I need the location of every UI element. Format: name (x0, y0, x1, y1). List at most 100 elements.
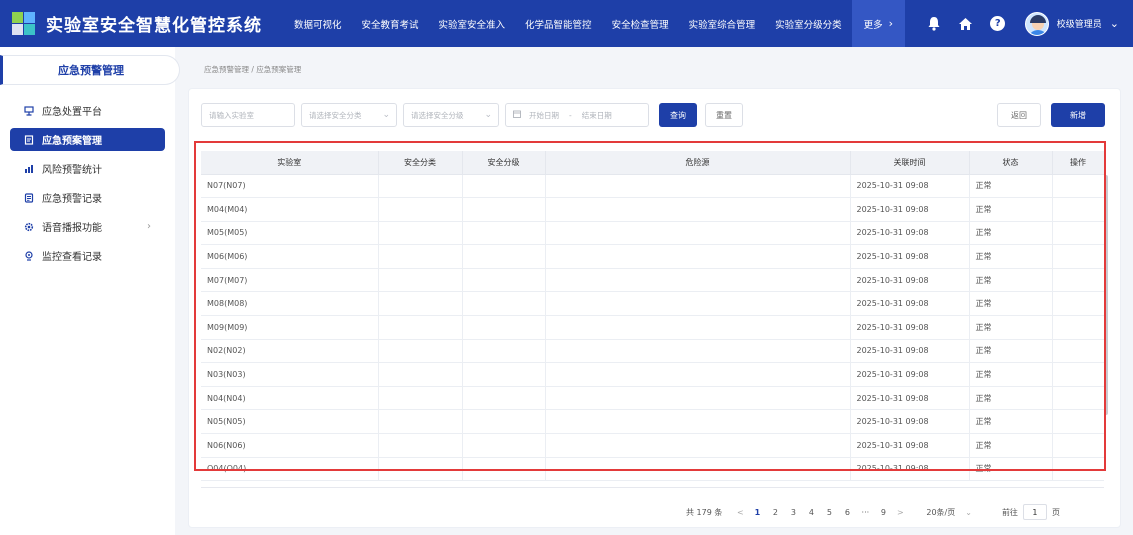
table-cell (1052, 174, 1104, 199)
add-button[interactable]: 新增 (1051, 103, 1105, 127)
app-title: 实验室安全智慧化管控系统 (46, 16, 262, 36)
help-icon[interactable]: ? (989, 15, 1007, 33)
table-row[interactable]: N03(N03) 2025-10-31 09:08 正常 (201, 362, 1104, 387)
column-header: 状态 (969, 151, 1053, 175)
table-cell (545, 244, 851, 269)
table-cell: 2025-10-31 09:08 (850, 268, 970, 293)
table-row[interactable]: M05(M05) 2025-10-31 09:08 正常 (201, 221, 1104, 246)
table-cell (1052, 197, 1104, 222)
breadcrumb: 应急预警管理 / 应急预案管理 (204, 65, 302, 74)
goto-page-input[interactable] (1022, 504, 1047, 520)
table-row[interactable]: N04(N04) 2025-10-31 09:08 正常 (201, 386, 1104, 411)
table-cell (462, 339, 546, 364)
column-header: 安全分级 (462, 151, 546, 175)
table-scrollbar[interactable] (1104, 175, 1108, 415)
page-button[interactable]: 2 (766, 508, 784, 517)
sidebar-item-emergency-platform[interactable]: 应急处置平台 (10, 99, 165, 122)
user-name[interactable]: 校级管理员 (1057, 17, 1102, 30)
sidebar-item-voice-broadcast[interactable]: 语音播报功能 › (10, 215, 165, 238)
table-cell (1052, 409, 1104, 435)
nav-item-chemical-control[interactable]: 化学品智能管控 (515, 0, 602, 47)
nav-item-lab-access[interactable]: 实验室安全准入 (429, 0, 516, 47)
table-cell: N02(N02) (201, 339, 379, 364)
table-cell (545, 221, 851, 246)
table-row[interactable]: N05(N05) 2025-10-31 09:08 正常 (201, 409, 1104, 435)
query-button[interactable]: 查询 (659, 103, 697, 127)
sidebar-item-label: 应急预案管理 (42, 136, 102, 147)
table-cell (1052, 339, 1104, 364)
next-page-button[interactable]: > (892, 508, 908, 517)
table-row[interactable]: N06(N06) 2025-10-31 09:08 正常 (201, 433, 1104, 458)
chevron-down-icon[interactable]: ⌄ (1110, 17, 1119, 30)
table-cell (462, 268, 546, 293)
table-row[interactable]: N02(N02) 2025-10-31 09:08 正常 (201, 339, 1104, 364)
table-cell: 2025-10-31 09:08 (850, 244, 970, 269)
nav-item-lab-classification[interactable]: 实验室分级分类 (765, 0, 852, 47)
app-logo (12, 11, 36, 36)
nav-more-button[interactable]: 更多 › (851, 0, 906, 47)
sidebar-item-risk-statistics[interactable]: 风险预警统计 (10, 157, 165, 180)
table-row[interactable]: O04(O04) 2025-10-31 09:08 正常 (201, 457, 1104, 482)
table-row[interactable]: M09(M09) 2025-10-31 09:08 正常 (201, 315, 1104, 340)
goto-label: 前往 (1001, 507, 1018, 517)
table-cell (462, 386, 546, 411)
table-cell (545, 386, 851, 411)
table-row[interactable]: M08(M08) 2025-10-31 09:08 正常 (201, 291, 1104, 317)
home-icon[interactable] (957, 15, 975, 33)
table-cell: 正常 (969, 197, 1053, 222)
table-cell (1052, 244, 1104, 269)
prev-page-button[interactable]: < (732, 508, 748, 517)
record-icon (24, 192, 34, 203)
page-ellipsis[interactable]: ··· (856, 508, 874, 517)
table-cell: M04(M04) (201, 197, 379, 222)
page-button[interactable]: 6 (838, 508, 856, 517)
chevron-right-icon: › (888, 17, 894, 30)
nav-item-lab-management[interactable]: 实验室综合管理 (679, 0, 766, 47)
page-button[interactable]: 9 (874, 508, 892, 517)
nav-item-safety-education[interactable]: 安全教育考试 (352, 0, 429, 47)
table-row[interactable]: M07(M07) 2025-10-31 09:08 正常 (201, 268, 1104, 293)
table-cell: N07(N07) (201, 174, 379, 199)
return-button[interactable]: 返回 (997, 103, 1041, 127)
sidebar-item-alert-records[interactable]: 应急预警记录 (10, 186, 165, 209)
table-cell: N03(N03) (201, 362, 379, 387)
page-button[interactable]: 5 (820, 508, 838, 517)
lab-search-input[interactable]: 请输入实验室 (201, 103, 295, 127)
table-cell: 2025-10-31 09:08 (850, 291, 970, 317)
table-row[interactable]: M04(M04) 2025-10-31 09:08 正常 (201, 197, 1104, 222)
filter-bar: 请输入实验室 请选择安全分类 ⌄ 请选择安全分级 ⌄ 开始日期 - 结束日期 查… (201, 103, 743, 127)
table-cell (378, 386, 463, 411)
sidebar-item-emergency-plan[interactable]: 应急预案管理 (10, 128, 165, 151)
safety-level-select[interactable]: 请选择安全分级 ⌄ (403, 103, 499, 127)
table-cell (1052, 386, 1104, 411)
table-cell: 2025-10-31 09:08 (850, 221, 970, 246)
platform-icon (24, 105, 34, 116)
bell-icon[interactable] (925, 15, 943, 33)
date-range-picker[interactable]: 开始日期 - 结束日期 (505, 103, 649, 127)
sidebar-header[interactable]: 应急预警管理 (0, 55, 180, 85)
sidebar-item-monitor-records[interactable]: 监控查看记录 (10, 244, 165, 267)
chevron-right-icon: › (147, 221, 151, 232)
page-button[interactable]: 4 (802, 508, 820, 517)
sidebar-item-label: 风险预警统计 (42, 165, 102, 176)
table-row[interactable]: M06(M06) 2025-10-31 09:08 正常 (201, 244, 1104, 269)
avatar[interactable] (1024, 11, 1049, 36)
reset-button[interactable]: 重置 (705, 103, 743, 127)
page-size-label: 20条/页 (926, 507, 956, 517)
chevron-down-icon: ⌄ (484, 110, 492, 120)
table-row[interactable]: N07(N07) 2025-10-31 09:08 正常 (201, 174, 1104, 199)
table-cell (1052, 291, 1104, 317)
table-cell (462, 409, 546, 435)
page-button[interactable]: 1 (748, 508, 766, 517)
nav-item-data-visualization[interactable]: 数据可视化 (284, 0, 352, 47)
page-size-select[interactable]: 20条/页 ⌄ (926, 507, 972, 518)
table-cell (378, 362, 463, 387)
page-button[interactable]: 3 (784, 508, 802, 517)
column-header: 安全分类 (378, 151, 463, 175)
safety-category-select[interactable]: 请选择安全分类 ⌄ (301, 103, 397, 127)
nav-item-safety-inspection[interactable]: 安全检查管理 (602, 0, 679, 47)
table-cell: 正常 (969, 362, 1053, 387)
table-cell: 正常 (969, 221, 1053, 246)
table-cell (378, 457, 463, 482)
table-cell (1052, 221, 1104, 246)
